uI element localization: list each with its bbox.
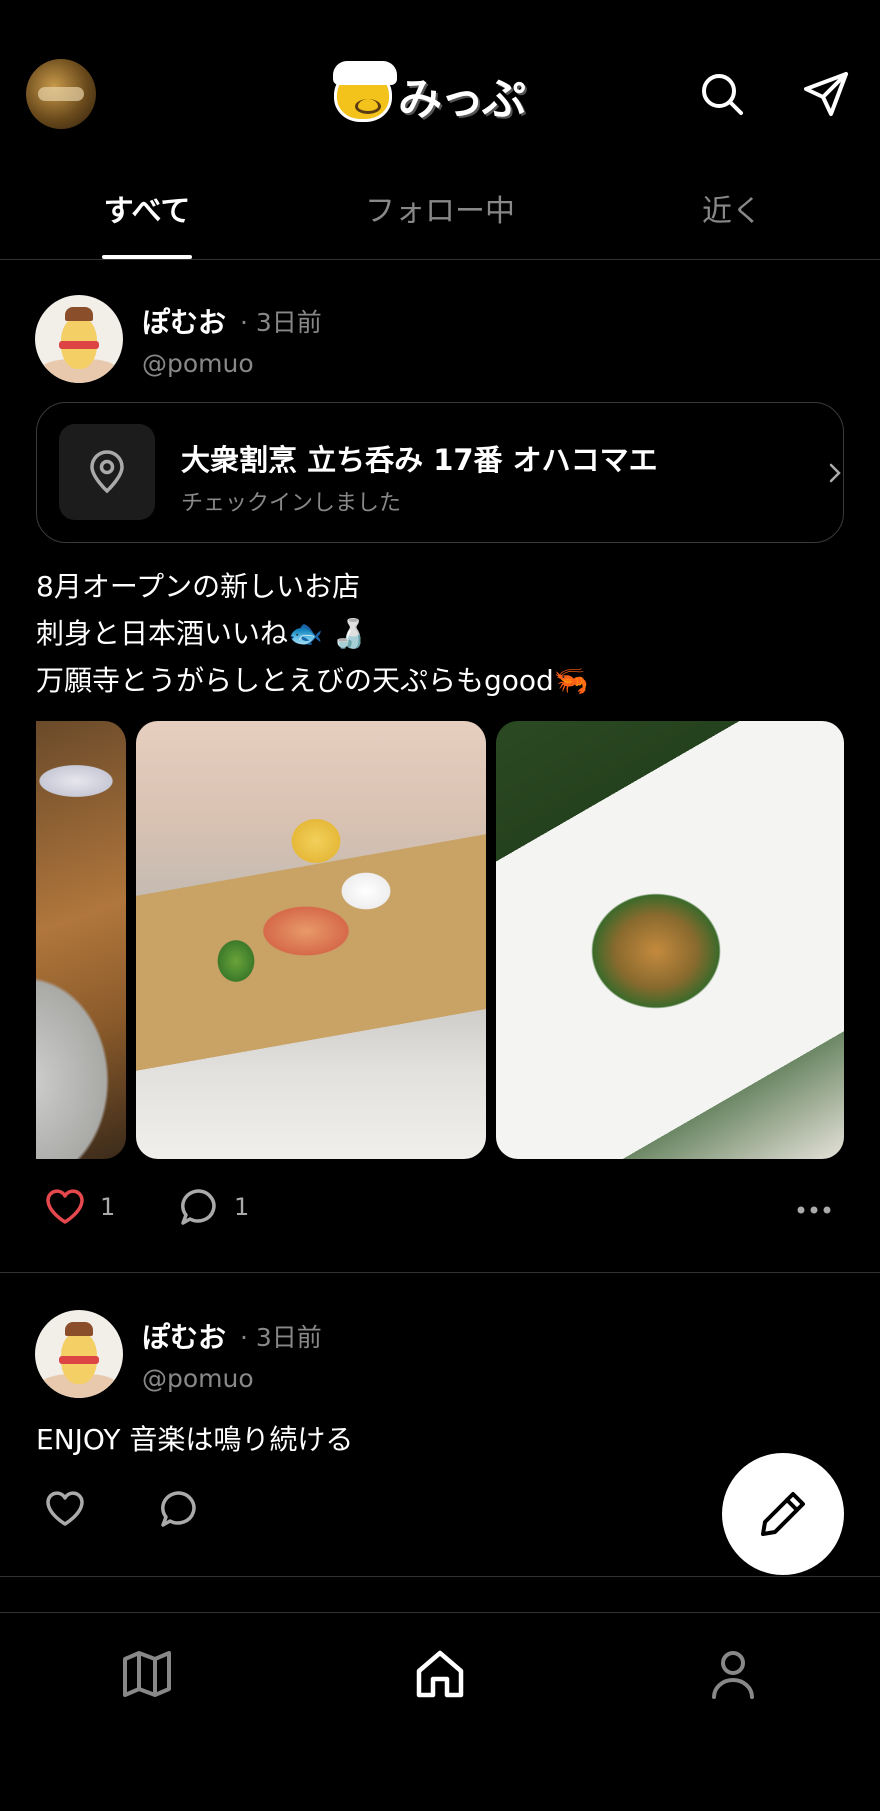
post-photo-sashimi[interactable] [136,721,486,1159]
app-header: みっぷ [0,0,880,190]
post-actions: 1 1 [0,1186,880,1242]
post-time: · 3日前 [240,308,322,337]
compose-post-button[interactable] [722,1453,844,1575]
profile-avatar[interactable] [26,59,96,129]
post-card: ぽむお · 3日前 @pomuo 大衆割烹 立ち呑み 17番 オハコマエ チェッ… [0,261,880,1273]
user-name[interactable]: ぽむお [142,1316,226,1356]
paper-plane-icon [804,72,848,116]
comment-button[interactable]: 1 [178,1186,249,1228]
logo-mascot-icon [333,61,397,122]
tab-nearby[interactable]: 近く [700,186,764,230]
comment-icon [161,1491,196,1527]
post-text-line: 刺身と日本酒いいね🐟 🍶 [36,617,367,650]
user-handle: @pomuo [142,1364,254,1393]
feed-tabs: すべて フォロー中 近く [0,180,880,260]
checkin-status: チェックインしました [181,491,402,516]
nav-map-button[interactable] [120,1647,174,1701]
tab-all[interactable]: すべて [102,186,192,230]
checkin-card[interactable]: 大衆割烹 立ち呑み 17番 オハコマエ チェックインしました [36,402,844,543]
post-text-line: ENJOY 音楽は鳴り続ける [36,1423,354,1456]
profile-icon [712,1651,754,1699]
like-count: 1 [100,1193,116,1221]
checkin-place-name: 大衆割烹 立ち呑み 17番 オハコマエ [181,443,658,477]
location-pin-icon [59,424,155,520]
bottom-navigation [0,1612,880,1811]
tab-following[interactable]: フォロー中 [360,186,520,230]
heart-icon [46,1491,84,1526]
like-button[interactable]: 1 [44,1186,115,1228]
like-button[interactable] [44,1488,86,1530]
search-icon [702,74,743,115]
home-icon [416,1650,464,1698]
user-avatar[interactable] [35,295,123,383]
post-photo-tempura[interactable] [496,721,844,1159]
post-text-line: 万願寺とうがらしとえびの天ぷらもgood🦐 [36,664,589,697]
chevron-right-icon [829,463,841,483]
logo-text: みっぷ [398,74,526,125]
search-button[interactable] [698,70,746,118]
send-button[interactable] [802,70,850,118]
comment-button[interactable] [158,1488,200,1530]
photo-gallery[interactable] [0,721,880,1159]
user-handle: @pomuo [142,349,254,378]
nav-home-button[interactable] [413,1647,467,1701]
heart-icon [46,1189,84,1224]
nav-profile-button[interactable] [706,1647,760,1701]
pencil-icon [761,1492,805,1536]
comment-count: 1 [234,1193,250,1221]
post-text: 8月オープンの新しいお店 刺身と日本酒いいね🐟 🍶 万願寺とうがらしとえびの天ぷ… [36,563,589,704]
post-photo-dish[interactable] [36,721,126,1159]
comment-icon [181,1189,216,1225]
user-name[interactable]: ぽむお [142,301,226,341]
map-icon [123,1651,171,1697]
active-tab-indicator [102,255,192,259]
post-time: · 3日前 [240,1323,322,1352]
post-text: ENJOY 音楽は鳴り続ける [36,1416,353,1463]
more-options-icon[interactable] [796,1192,832,1228]
app-logo: みっぷ [333,61,526,125]
post-text-line: 8月オープンの新しいお店 [36,570,361,603]
user-avatar[interactable] [35,1310,123,1398]
